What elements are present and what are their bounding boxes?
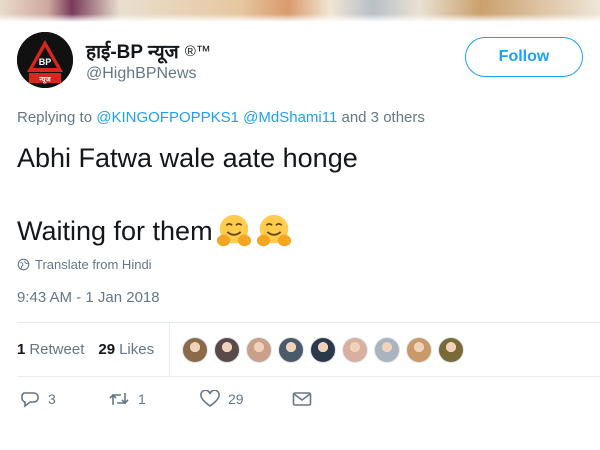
mention-link[interactable]: @MdShami11 — [243, 109, 337, 126]
retweets-count: 1 — [17, 340, 26, 358]
globe-icon — [17, 258, 30, 271]
tweet-text-line-2: Waiting for them — [17, 216, 213, 246]
liker-avatar[interactable] — [278, 337, 304, 363]
tweet-page: BP न्यूज हाई-BP न्यूज ®™ @HighBPNews Foll… — [0, 0, 600, 450]
retweets-stat[interactable]: 1 Retweet — [17, 341, 84, 358]
reply-action[interactable]: 3 — [20, 390, 108, 408]
heart-icon[interactable] — [200, 390, 220, 408]
translate-label[interactable]: Translate from Hindi — [35, 257, 152, 272]
user-handle[interactable]: @HighBPNews — [86, 65, 197, 83]
tweet-header: BP न्यूज हाई-BP न्यूज ®™ @HighBPNews Foll… — [17, 32, 583, 88]
name-marks: ®™ — [184, 43, 211, 60]
tweet-text: Abhi Fatwa wale aate honge Waiting for t… — [17, 140, 583, 250]
tweet-timestamp[interactable]: 9:43 AM - 1 Jan 2018 — [17, 289, 160, 306]
tweet-text-line-2-row: Waiting for them — [17, 212, 583, 250]
replying-to-line: Replying to @KINGOFPOPPKS1 @MdShami11 an… — [17, 109, 425, 126]
display-name[interactable]: हाई-BP न्यूज — [86, 42, 179, 63]
reply-count: 3 — [48, 391, 56, 407]
liker-avatar[interactable] — [310, 337, 336, 363]
envelope-icon[interactable] — [292, 391, 312, 407]
avatar[interactable]: BP न्यूज — [17, 32, 73, 88]
divider — [17, 376, 600, 377]
liker-avatar[interactable] — [438, 337, 464, 363]
tweet-stats: 1 Retweet 29 Likes — [17, 330, 168, 368]
reply-icon[interactable] — [20, 390, 40, 408]
stats-separator — [169, 322, 170, 376]
display-name-row[interactable]: हाई-BP न्यूज ®™ — [86, 38, 211, 64]
liker-avatar[interactable] — [342, 337, 368, 363]
likers-avatars — [182, 337, 464, 363]
liker-avatar[interactable] — [182, 337, 208, 363]
tweet-actions: 3 1 29 — [20, 390, 312, 408]
avatar-logo-icon: BP न्यूज — [17, 32, 73, 88]
follow-button[interactable]: Follow — [465, 37, 583, 77]
hugging-face-emoji-icon — [216, 214, 251, 247]
likes-count: 29 — [98, 340, 116, 358]
avatar-subtext: न्यूज — [38, 76, 51, 85]
liker-avatar[interactable] — [246, 337, 272, 363]
retweet-icon[interactable] — [108, 390, 130, 408]
tweet-text-line-1: Abhi Fatwa wale aate honge — [17, 143, 358, 173]
liker-avatar[interactable] — [374, 337, 400, 363]
retweet-action[interactable]: 1 — [108, 390, 200, 408]
avatar-text: BP — [39, 57, 52, 67]
like-count: 29 — [228, 391, 244, 407]
retweet-count: 1 — [138, 391, 146, 407]
retweets-label: Retweet — [29, 340, 85, 358]
like-action[interactable]: 29 — [200, 390, 292, 408]
divider — [17, 322, 600, 323]
mention-link[interactable]: @KINGOFPOPPKS1 — [96, 109, 239, 126]
hugging-face-emoji-icon — [256, 214, 291, 247]
likes-stat[interactable]: 29 Likes — [98, 341, 154, 358]
replying-prefix: Replying to — [17, 109, 93, 126]
likes-label: Likes — [119, 340, 155, 358]
liker-avatar[interactable] — [406, 337, 432, 363]
translate-link[interactable]: Translate from Hindi — [17, 257, 152, 272]
cropped-photo-strip — [0, 0, 600, 22]
replying-suffix[interactable]: and 3 others — [341, 109, 424, 126]
message-action[interactable] — [292, 391, 312, 407]
liker-avatar[interactable] — [214, 337, 240, 363]
